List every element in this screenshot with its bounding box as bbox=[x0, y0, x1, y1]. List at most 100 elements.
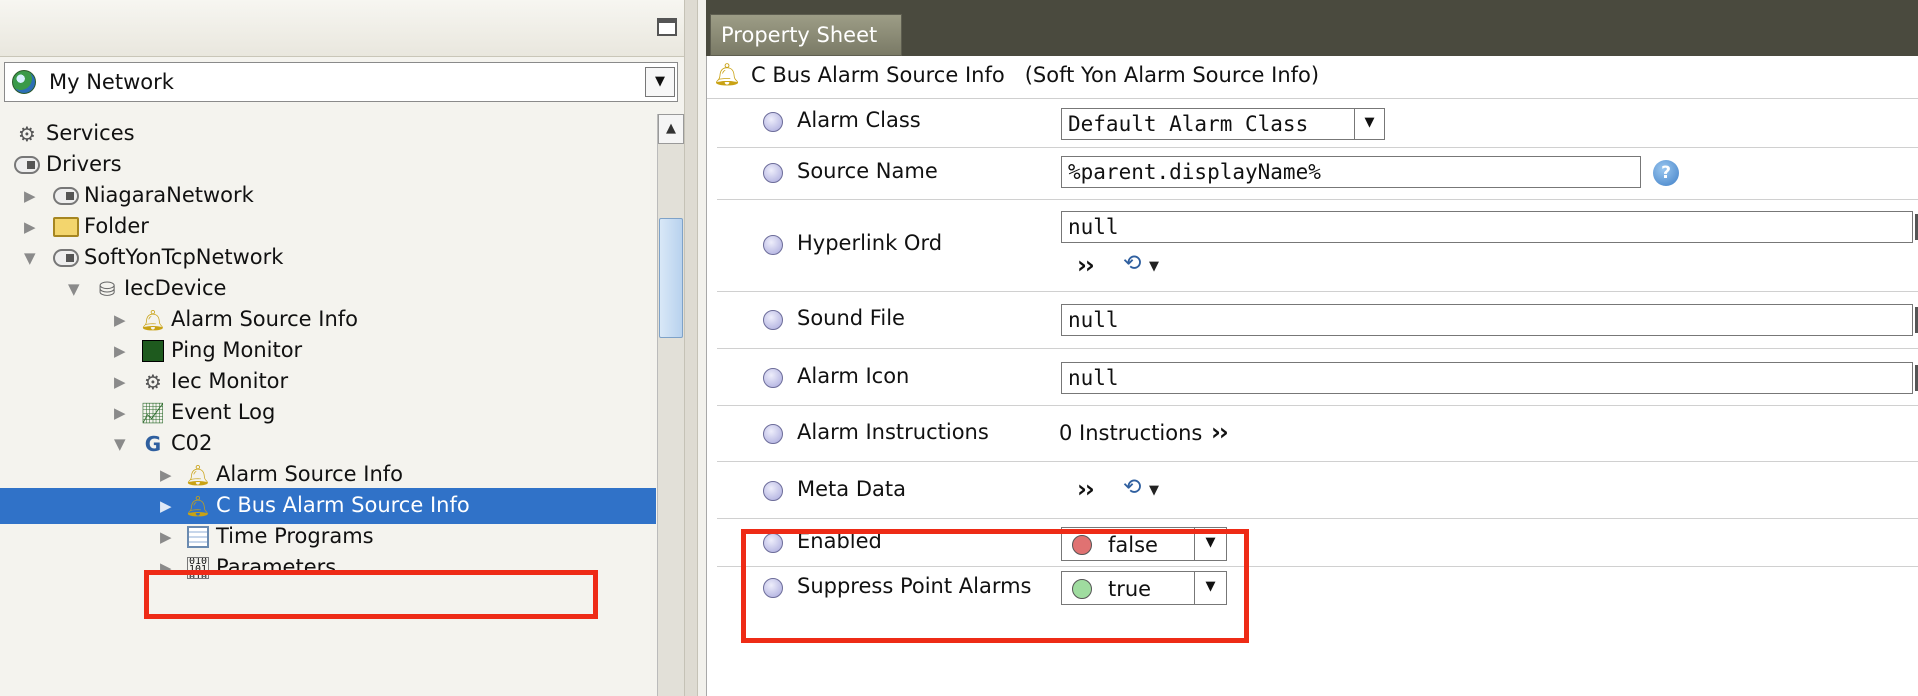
property-name: Hyperlink Ord bbox=[797, 231, 943, 255]
source-name-field[interactable]: %parent.displayName% bbox=[1061, 156, 1641, 188]
bell-icon: 🔔︎ bbox=[185, 494, 211, 518]
hyperlink-ord-value: null bbox=[1068, 215, 1119, 239]
sound-file-value: null bbox=[1068, 308, 1119, 332]
nav-pane: My Network ▼ ⚙ Services Drivers ▶ Niagar… bbox=[0, 0, 684, 696]
property-row-alarm-class: Alarm Class Default Alarm Class ▼ bbox=[717, 98, 1918, 148]
collapse-arrow-icon[interactable]: ▼ bbox=[68, 279, 86, 299]
property-row-meta-data: Meta Data ›› ⟲ ▼ bbox=[717, 461, 1918, 519]
collapse-arrow-icon[interactable]: ▼ bbox=[24, 248, 42, 268]
tree-item-label: SoftYonTcpNetwork bbox=[84, 245, 284, 269]
history-icon[interactable]: ⟲ bbox=[1123, 251, 1141, 276]
expand-arrow-icon[interactable]: ▶ bbox=[114, 341, 132, 361]
expand-arrow-icon[interactable]: ▶ bbox=[114, 310, 132, 330]
source-name-value: %parent.displayName% bbox=[1068, 160, 1321, 184]
bell-icon: 🔔︎ bbox=[713, 63, 741, 88]
expand-arrow-icon[interactable]: ▶ bbox=[114, 403, 132, 423]
tree-item-label: NiagaraNetwork bbox=[84, 183, 254, 207]
property-name: Meta Data bbox=[797, 477, 906, 501]
network-cloud-icon bbox=[53, 245, 79, 271]
help-icon[interactable]: ? bbox=[1653, 160, 1679, 186]
alarm-class-select[interactable]: Default Alarm Class ▼ bbox=[1061, 108, 1385, 140]
history-icon[interactable]: ⟲ bbox=[1123, 475, 1141, 500]
property-name: Alarm Icon bbox=[797, 364, 910, 388]
expand-arrow-icon[interactable]: ▶ bbox=[160, 527, 178, 547]
property-sheet-pane: Property Sheet 🔔︎ C Bus Alarm Source Inf… bbox=[706, 0, 1918, 696]
property-row-sound-file: Sound File null bbox=[717, 291, 1918, 349]
tree-item-label: Folder bbox=[84, 214, 149, 238]
double-chevron-right-icon[interactable]: ›› bbox=[1077, 475, 1095, 503]
tree-item-label: Alarm Source Info bbox=[216, 462, 404, 486]
tree-item-label: Event Log bbox=[171, 400, 276, 424]
expand-arrow-icon[interactable]: ▶ bbox=[24, 217, 42, 237]
nav-header bbox=[0, 0, 684, 57]
caret-down-icon[interactable]: ▼ bbox=[1149, 259, 1159, 274]
component-header: 🔔︎ C Bus Alarm Source Info (Soft Yon Ala… bbox=[707, 56, 1918, 99]
device-icon: ⛁ bbox=[98, 277, 116, 301]
property-slot-icon bbox=[763, 368, 783, 388]
expand-arrow-icon[interactable]: ▶ bbox=[24, 186, 42, 206]
network-cloud-icon bbox=[14, 152, 40, 178]
property-name: Source Name bbox=[797, 159, 938, 183]
event-log-icon: 📈︎ bbox=[140, 401, 166, 425]
pane-splitter[interactable] bbox=[684, 0, 698, 696]
scroll-up-icon[interactable]: ▲ bbox=[658, 114, 684, 144]
tab-strip: Property Sheet bbox=[706, 0, 1918, 56]
alarm-icon-field[interactable]: null bbox=[1061, 362, 1913, 394]
property-row-source-name: Source Name %parent.displayName% ? bbox=[717, 147, 1918, 200]
tree-item-label: Services bbox=[46, 121, 135, 145]
expand-arrow-icon[interactable]: ▶ bbox=[160, 496, 178, 516]
property-row-alarm-icon: Alarm Icon null bbox=[717, 348, 1918, 406]
scroll-thumb[interactable] bbox=[659, 218, 683, 338]
property-slot-icon bbox=[763, 310, 783, 330]
caret-down-icon[interactable]: ▼ bbox=[1149, 483, 1159, 498]
gear-icon: ⚙ bbox=[144, 370, 162, 394]
property-sheet: 🔔︎ C Bus Alarm Source Info (Soft Yon Ala… bbox=[706, 56, 1918, 696]
property-row-alarm-instructions: Alarm Instructions 0 Instructions ›› bbox=[717, 405, 1918, 462]
property-slot-icon bbox=[763, 112, 783, 132]
property-slot-icon bbox=[763, 163, 783, 183]
tree-item-label: Iec Monitor bbox=[171, 369, 289, 393]
property-name: Alarm Class bbox=[797, 108, 921, 132]
property-slot-icon bbox=[763, 424, 783, 444]
expand-arrow-icon[interactable]: ▶ bbox=[114, 372, 132, 392]
bell-icon: 🔔︎ bbox=[140, 308, 166, 332]
property-name: Sound File bbox=[797, 306, 905, 330]
alarm-class-value: Default Alarm Class bbox=[1068, 112, 1309, 136]
hyperlink-ord-field[interactable]: null bbox=[1061, 211, 1913, 243]
chevron-down-icon[interactable]: ▼ bbox=[1354, 109, 1384, 139]
folder-icon bbox=[53, 214, 79, 240]
tree-item-label: Alarm Source Info bbox=[171, 307, 359, 331]
calendar-icon bbox=[185, 524, 211, 550]
globe-icon bbox=[12, 70, 36, 94]
gear-icon: ⚙ bbox=[18, 122, 36, 146]
network-cloud-icon bbox=[53, 183, 79, 209]
property-row-hyperlink-ord: Hyperlink Ord null ›› ⟲ ▼ bbox=[717, 199, 1918, 292]
maximize-pane-icon[interactable] bbox=[657, 18, 677, 36]
property-name: Alarm Instructions bbox=[797, 420, 989, 444]
collapse-arrow-icon[interactable]: ▼ bbox=[114, 434, 132, 454]
sound-file-field[interactable]: null bbox=[1061, 304, 1913, 336]
property-slot-icon bbox=[763, 481, 783, 501]
tree-item-label: Ping Monitor bbox=[171, 338, 303, 362]
tree-item-label: IecDevice bbox=[124, 276, 227, 300]
alarm-icon-value: null bbox=[1068, 366, 1119, 390]
component-title: C Bus Alarm Source Info (Soft Yon Alarm … bbox=[751, 63, 1320, 87]
highlight-box bbox=[741, 529, 1249, 643]
tree-scrollbar[interactable]: ▲ bbox=[657, 114, 684, 696]
expand-arrow-icon[interactable]: ▶ bbox=[160, 465, 178, 485]
tree-item-label: Drivers bbox=[46, 152, 122, 176]
bus-device-icon: G bbox=[144, 432, 162, 456]
tree-item-label: Time Programs bbox=[216, 524, 374, 548]
tab-property-sheet[interactable]: Property Sheet bbox=[710, 14, 902, 56]
chevron-down-icon[interactable]: ▼ bbox=[645, 67, 675, 97]
tab-label: Property Sheet bbox=[721, 23, 878, 47]
tree-item-label: C Bus Alarm Source Info bbox=[216, 493, 470, 517]
network-select-value: My Network bbox=[49, 70, 174, 94]
nav-tree: ⚙ Services Drivers ▶ NiagaraNetwork ▶ Fo… bbox=[0, 110, 656, 696]
network-select[interactable]: My Network ▼ bbox=[4, 62, 678, 102]
alarm-instructions-value: 0 Instructions bbox=[1059, 421, 1203, 445]
double-chevron-right-icon[interactable]: ›› bbox=[1211, 418, 1229, 446]
bell-icon: 🔔︎ bbox=[185, 463, 211, 487]
highlight-box bbox=[144, 570, 598, 619]
double-chevron-right-icon[interactable]: ›› bbox=[1077, 251, 1095, 279]
